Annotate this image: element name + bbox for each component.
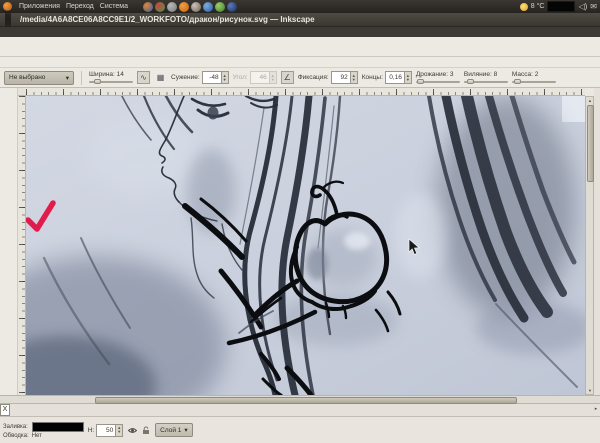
separator [81,71,82,85]
fixation-spinbox[interactable]: 92 ▲▼ [331,71,358,84]
width-slider[interactable] [89,79,133,84]
vertical-ruler [18,96,26,395]
stroke-label: Обводка: [3,433,29,439]
mass-slider[interactable] [512,79,556,84]
chevron-down-icon: ▾ [184,426,187,434]
stroke-value: Нет [32,433,84,439]
panel-launchers [143,2,237,12]
use-pressure-button[interactable]: ∿ [137,71,150,84]
snap-toolbar [0,57,600,68]
horizontal-scrollbar[interactable] [0,395,600,404]
layer-selector[interactable]: Слой 1 ▾ [155,423,193,437]
window-title: /media/4A6A8CE06A8CC9E1/2_WORKFOTO/драко… [20,15,315,24]
launcher-gimp-icon[interactable] [191,2,201,12]
weather-icon [520,3,528,11]
launcher-editor-icon[interactable] [227,2,237,12]
panel-menus: ПриложенияПереходСистема [16,3,131,10]
launcher-grey-icon[interactable] [167,2,177,12]
layer-visibility-eye-icon[interactable] [127,425,137,435]
fill-color-swatch[interactable] [32,422,84,432]
window-edge [594,88,600,443]
system-tray: 8 °C ◁) ✉ [520,1,597,12]
wiggle-slider[interactable] [464,79,508,84]
statusbar: Заливка: Обводка: Нет Н: 50 ▲▼ Слой 1 ▾ [0,416,600,443]
opacity-spinbox[interactable]: 50 ▲▼ [96,424,123,437]
palette-scroll-arrow[interactable]: ▸ [592,404,600,416]
launcher-blue-icon[interactable] [203,2,213,12]
launcher-vlc-icon[interactable] [179,2,189,12]
thinning-spinbox[interactable]: -48 ▲▼ [202,71,229,84]
angle-control: Угол: 46 ▲▼ [233,71,277,84]
horizontal-ruler [26,88,585,96]
system-monitor-applet[interactable] [547,1,575,12]
color-palette: X ▸ [0,404,600,416]
scroll-up-arrow[interactable]: ▲ [588,98,592,103]
menubar [0,27,600,37]
launcher-check-icon[interactable] [215,2,225,12]
pencil-drawing [26,96,585,395]
palette-swatches [10,404,592,416]
desktop-panel: ПриложенияПереходСистема 8 °C ◁) ✉ [0,0,600,13]
fill-label: Заливка: [3,424,29,430]
vertical-scrollbar[interactable]: ▲ ▼ [585,96,594,395]
inkscape-screen: ПриложенияПереходСистема 8 °C ◁) ✉ /medi… [0,0,600,443]
trace-background-button[interactable]: ▦ [154,71,167,84]
thinning-control: Сужение: -48 ▲▼ [171,71,229,84]
panel-menu-1[interactable]: Переход [63,3,97,10]
maximize-button[interactable] [9,10,11,29]
drawing-canvas[interactable] [26,96,585,395]
panel-menu-0[interactable]: Приложения [16,3,63,10]
horizontal-scrollbar-thumb[interactable] [95,397,517,404]
toolbox [0,88,18,395]
panel-menu-2[interactable]: Система [97,3,131,10]
window-buttons [5,11,11,29]
calligraphy-options-toolbar: Не выбрано ▾ Ширина: 14 ∿ ▦ Сужение: -48… [0,68,600,88]
caps-control: Концы: 0,16 ▲▼ [362,71,412,84]
volume-icon[interactable]: ◁) [578,2,587,11]
preset-dropdown[interactable]: Не выбрано ▾ [4,71,74,85]
launcher-package-icon[interactable] [155,2,165,12]
opacity-label: Н: [88,427,95,434]
mail-icon[interactable]: ✉ [590,2,597,11]
layer-lock-icon[interactable] [141,425,151,435]
opacity-control: Н: 50 ▲▼ [88,424,123,437]
tremor-slider[interactable] [416,79,460,84]
caps-spinbox[interactable]: 0,16 ▲▼ [385,71,412,84]
width-value: 14 [117,71,124,78]
fill-stroke-indicator[interactable]: Заливка: Обводка: Нет [3,422,84,439]
launcher-firefox-icon[interactable] [143,2,153,12]
use-tilt-button[interactable]: ∠ [281,71,294,84]
fixation-control: Фиксация: 92 ▲▼ [298,71,358,84]
width-control: Ширина: 14 [89,71,133,84]
wiggle-control: Виляние: 8 [464,71,508,84]
command-toolbar [0,37,600,57]
window-titlebar[interactable]: /media/4A6A8CE06A8CC9E1/2_WORKFOTO/драко… [0,13,600,27]
vertical-scrollbar-thumb[interactable] [587,105,594,182]
mass-control: Масса: 2 [512,71,556,84]
weather-temp: 8 °C [531,3,545,10]
no-color-swatch[interactable]: X [0,404,10,416]
angle-spinbox: 46 ▲▼ [250,71,277,84]
scroll-down-arrow[interactable]: ▼ [588,388,592,393]
tremor-control: Дрожание: 3 [416,71,460,84]
chevron-down-icon: ▾ [66,74,69,82]
